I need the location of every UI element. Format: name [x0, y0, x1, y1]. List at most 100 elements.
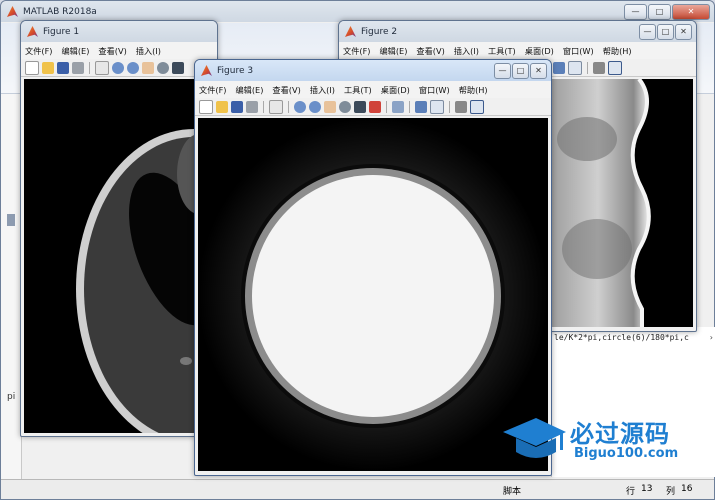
toolbar-separator [587, 61, 588, 74]
fig1-menu-insert[interactable]: 插入(I) [136, 45, 161, 57]
pointer-icon[interactable] [95, 60, 109, 75]
hide-tools-icon[interactable] [593, 61, 605, 74]
fig2-menu-view[interactable]: 查看(V) [416, 45, 444, 57]
status-row-value: 13 [641, 484, 653, 494]
fig3-white-disc [252, 175, 494, 417]
dock-icon[interactable] [608, 60, 622, 75]
minimize-button[interactable]: — [624, 4, 647, 20]
save-icon[interactable] [231, 100, 243, 113]
fig3-menu-file[interactable]: 文件(F) [199, 84, 226, 96]
print-icon[interactable] [72, 61, 84, 74]
fig3-menu-edit[interactable]: 编辑(E) [235, 84, 263, 96]
pan-icon[interactable] [142, 61, 154, 74]
figure3-titlebar[interactable]: Figure 3 — □ ✕ [195, 60, 551, 81]
figure-icon [345, 26, 356, 37]
figure1-titlebar[interactable]: Figure 1 [21, 21, 217, 42]
fig2-menu-window[interactable]: 窗口(W) [563, 45, 594, 57]
figure2-plot[interactable] [547, 77, 693, 327]
toolbar-separator [89, 61, 90, 74]
dock-icon[interactable] [470, 99, 484, 114]
fig3-menu-desktop[interactable]: 桌面(D) [381, 84, 410, 96]
figure3-plot[interactable] [198, 118, 548, 471]
command-snippet: le/K*2*pi,circle(6)/180*pi,c [554, 333, 689, 342]
pan-icon[interactable] [324, 100, 336, 113]
fig2-menu-file[interactable]: 文件(F) [343, 45, 370, 57]
watermark: 必过源码 Biguo100.com [498, 410, 703, 470]
zoom-out-icon[interactable] [309, 100, 321, 113]
watermark-brand: 必过源码 [570, 420, 670, 448]
status-script: 脚本 [503, 487, 522, 497]
fig2-menu-help[interactable]: 帮助(H) [603, 45, 632, 57]
figure3-menubar: 文件(F) 编辑(E) 查看(V) 插入(I) 工具(T) 桌面(D) 窗口(W… [195, 81, 551, 98]
main-window-title: MATLAB R2018a [23, 6, 97, 17]
fig2-minimize-button[interactable]: — [639, 24, 656, 40]
figure-icon [27, 26, 38, 37]
figure1-toolbar [21, 59, 217, 77]
zoom-out-icon[interactable] [127, 61, 139, 74]
figure1-plot[interactable] [24, 79, 217, 436]
legend-icon[interactable] [430, 99, 444, 114]
zoom-in-icon[interactable] [294, 100, 306, 113]
legend-icon[interactable] [568, 60, 582, 75]
fig2-maximize-button[interactable]: □ [657, 24, 674, 40]
print-icon[interactable] [246, 100, 258, 113]
figure2-title: Figure 2 [361, 26, 398, 37]
maximize-button[interactable]: □ [648, 4, 671, 20]
open-file-icon[interactable] [216, 100, 228, 113]
new-figure-icon[interactable] [25, 60, 39, 75]
left-panel: pi [1, 94, 22, 479]
figure2-titlebar[interactable]: Figure 2 — □ ✕ [339, 21, 696, 42]
colorbar-icon[interactable] [415, 100, 427, 113]
fig2-menu-edit[interactable]: 编辑(E) [379, 45, 407, 57]
status-bar: 脚本 行 13 列 16 [1, 479, 714, 499]
fig3-maximize-button[interactable]: □ [512, 63, 529, 79]
hide-tools-icon[interactable] [455, 100, 467, 113]
link-plot-icon[interactable] [392, 100, 404, 113]
fig2-menu-insert[interactable]: 插入(I) [454, 45, 479, 57]
fig3-menu-help[interactable]: 帮助(H) [459, 84, 488, 96]
figure1-window[interactable]: Figure 1 文件(F) 编辑(E) 查看(V) 插入(I) [20, 20, 218, 437]
rotate-icon[interactable] [339, 100, 351, 113]
save-icon[interactable] [57, 61, 69, 74]
status-row-label: 行 [626, 487, 636, 497]
fig2-menu-desktop[interactable]: 桌面(D) [525, 45, 554, 57]
fig2-close-button[interactable]: ✕ [675, 24, 692, 40]
brush-icon[interactable] [369, 100, 381, 113]
watermark-site: Biguo100.com [574, 446, 679, 461]
fig1-menu-file[interactable]: 文件(F) [25, 45, 52, 57]
close-button[interactable]: ✕ [672, 4, 710, 20]
figure3-title: Figure 3 [217, 65, 254, 76]
toolbar-separator [288, 100, 289, 113]
left-panel-mark [7, 214, 15, 226]
rotate-icon[interactable] [157, 61, 169, 74]
pointer-icon[interactable] [269, 99, 283, 114]
figure-icon [201, 65, 212, 76]
figure2-menubar: 文件(F) 编辑(E) 查看(V) 插入(I) 工具(T) 桌面(D) 窗口(W… [339, 42, 696, 59]
zoom-in-icon[interactable] [112, 61, 124, 74]
figure1-title: Figure 1 [43, 26, 80, 37]
fig3-menu-tools[interactable]: 工具(T) [344, 84, 372, 96]
colorbar-icon[interactable] [553, 61, 565, 74]
status-col-value: 16 [681, 484, 693, 494]
new-figure-icon[interactable] [199, 99, 213, 114]
fig1-menu-edit[interactable]: 编辑(E) [61, 45, 89, 57]
figure1-menubar: 文件(F) 编辑(E) 查看(V) 插入(I) [21, 42, 217, 59]
data-cursor-icon[interactable] [354, 100, 366, 113]
fig3-menu-window[interactable]: 窗口(W) [419, 84, 450, 96]
figure3-image [198, 118, 548, 471]
fig1-small-spot [180, 357, 192, 365]
data-cursor-icon[interactable] [172, 61, 184, 74]
fig1-menu-view[interactable]: 查看(V) [98, 45, 126, 57]
main-titlebar[interactable]: MATLAB R2018a — □ ✕ [1, 1, 714, 22]
status-col-label: 列 [666, 487, 676, 497]
toolbar-separator [449, 100, 450, 113]
fig3-minimize-button[interactable]: — [494, 63, 511, 79]
side-label: pi [7, 392, 16, 402]
open-file-icon[interactable] [42, 61, 54, 74]
fig3-menu-insert[interactable]: 插入(I) [310, 84, 335, 96]
fig2-menu-tools[interactable]: 工具(T) [488, 45, 516, 57]
fig3-menu-view[interactable]: 查看(V) [272, 84, 300, 96]
fig3-close-button[interactable]: ✕ [530, 63, 547, 79]
editor-scroll-arrow[interactable]: › [710, 333, 713, 342]
figure2-image [547, 77, 651, 327]
